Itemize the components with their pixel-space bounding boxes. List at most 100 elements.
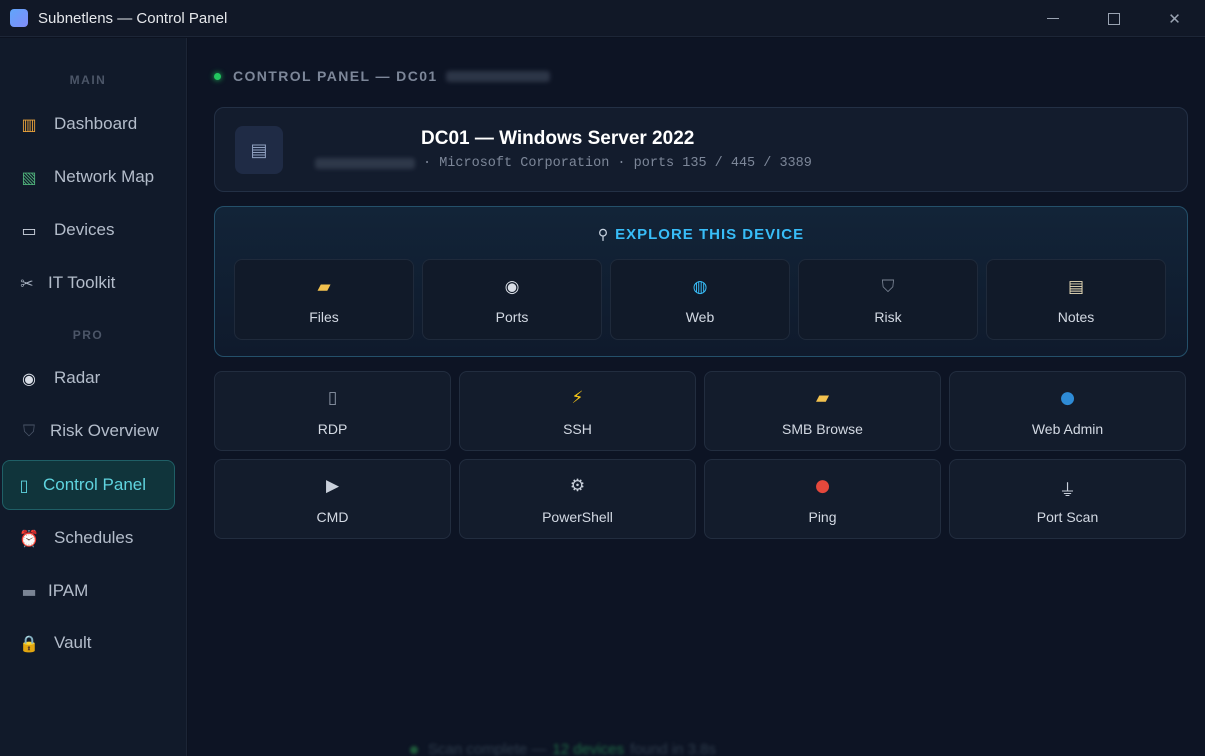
mobile-icon: ▯ [19, 475, 29, 495]
tile-label: Risk [874, 309, 902, 325]
action-ping-button[interactable]: ● Ping [704, 459, 941, 539]
close-icon: ✕ [1168, 9, 1181, 28]
sidebar-item-dashboard[interactable]: ▥ Dashboard [2, 99, 175, 149]
explore-tile-web[interactable]: ◍ Web [610, 259, 790, 340]
tile-label: PowerShell [542, 509, 613, 525]
scan-status-text-b: found in 3.8s [630, 741, 717, 756]
sidebar-item-radar[interactable]: ◉ Radar [2, 353, 175, 403]
breadcrumb-text: CONTROL PANEL — DC01 [233, 68, 438, 84]
tile-label: CMD [316, 509, 349, 525]
folder-icon: ▰ [815, 388, 830, 408]
tile-label: Notes [1057, 309, 1095, 325]
sidebar-item-it-toolkit[interactable]: ✂ IT Toolkit [2, 258, 175, 308]
maximize-button[interactable] [1083, 0, 1144, 37]
sidebar-item-label: IPAM [48, 581, 89, 600]
main-content: CONTROL PANEL — DC01 ▤ DC01 — Windows Se… [188, 38, 1205, 756]
device-title: DC01 — Windows Server 2022 [421, 128, 695, 149]
title-bar: Subnetlens — Control Panel ✕ [0, 0, 1205, 37]
satellite-dish-icon: ◉ [22, 368, 36, 388]
explore-title-text: EXPLORE THIS DEVICE [615, 226, 805, 243]
sidebar-item-ipam[interactable]: ▬ IPAM [2, 566, 175, 616]
satellite-dish-icon: ◉ [504, 277, 520, 297]
tile-label: Web [685, 309, 715, 325]
sidebar-item-vault[interactable]: 🔒 Vault [2, 618, 175, 668]
sidebar-item-label: Schedules [54, 528, 134, 547]
sidebar-item-label: IT Toolkit [48, 273, 116, 292]
sidebar-item-risk-overview[interactable]: ⛉ Risk Overview [2, 406, 175, 456]
lightning-icon: ⚡ [571, 388, 584, 408]
tile-label: Ping [808, 509, 837, 525]
sidebar-section-pro: PRO [72, 328, 104, 342]
explore-tile-ports[interactable]: ◉ Ports [422, 259, 602, 340]
action-rdp-button[interactable]: ▯ RDP [214, 371, 451, 451]
window-controls: ✕ [1022, 0, 1205, 37]
redacted-mac [315, 158, 415, 169]
sidebar: MAIN ▥ Dashboard ▧ Network Map ▭ Devices… [0, 38, 187, 756]
map-icon: ▧ [21, 167, 37, 187]
alarm-clock-icon: ⏰ [19, 528, 39, 548]
action-cmd-button[interactable]: ▶ CMD [214, 459, 451, 539]
lock-icon: 🔒 [19, 633, 39, 653]
device-card: ▤ DC01 — Windows Server 2022 · Microsoft… [214, 107, 1188, 192]
explore-tile-notes[interactable]: ▤ Notes [986, 259, 1166, 340]
plug-icon: ⏚ [1059, 481, 1076, 501]
explore-tile-risk[interactable]: ⛉ Risk [798, 259, 978, 340]
memo-icon: ▤ [1067, 277, 1085, 297]
status-dot-icon [410, 745, 418, 754]
action-powershell-button[interactable]: ⚙ PowerShell [459, 459, 696, 539]
globe-icon: ◍ [692, 277, 708, 297]
sidebar-item-label: Devices [54, 220, 115, 239]
breadcrumb: CONTROL PANEL — DC01 [214, 68, 550, 84]
explore-tile-files[interactable]: ▰ Files [234, 259, 414, 340]
device-details: · Microsoft Corporation · ports 135 / 44… [423, 156, 812, 171]
tile-label: Files [309, 309, 339, 325]
minimize-button[interactable] [1022, 0, 1083, 37]
shield-icon: ⛉ [22, 421, 35, 440]
close-button[interactable]: ✕ [1144, 0, 1205, 37]
server-rack-icon: ▬ [21, 581, 37, 601]
scan-status-toast: Scan complete — 12 devices found in 3.8s [410, 741, 716, 756]
sidebar-item-schedules[interactable]: ⏰ Schedules [2, 513, 175, 563]
app-logo-icon [10, 9, 28, 27]
sidebar-item-label: Radar [54, 368, 101, 387]
magnifier-icon: ⚲ [597, 227, 610, 243]
redacted-ip [445, 70, 550, 82]
action-port-scan-button[interactable]: ⏚ Port Scan [949, 459, 1186, 539]
ping-pong-icon: ● [815, 476, 830, 496]
status-dot-icon [214, 72, 221, 80]
play-icon: ▶ [325, 476, 340, 496]
scan-status-text-a: Scan complete — [428, 741, 547, 756]
action-web-admin-button[interactable]: ● Web Admin [949, 371, 1186, 451]
window-title: Subnetlens — Control Panel [38, 9, 228, 27]
minimize-icon [1046, 18, 1059, 19]
sidebar-item-control-panel[interactable]: ▯ Control Panel [2, 460, 175, 510]
gear-icon: ⚙ [569, 476, 586, 496]
action-smb-browse-button[interactable]: ▰ SMB Browse [704, 371, 941, 451]
scan-status-count: 12 devices [552, 741, 625, 756]
sidebar-item-label: Vault [54, 633, 92, 652]
sidebar-item-devices[interactable]: ▭ Devices [2, 205, 175, 255]
tile-label: RDP [317, 421, 348, 437]
globe-earth-icon: ● [1060, 388, 1075, 408]
mobile-icon: ▯ [327, 388, 338, 408]
sidebar-item-label: Network Map [54, 167, 155, 186]
sidebar-section-main: MAIN [69, 73, 107, 87]
tile-label: Web Admin [1031, 421, 1104, 437]
sidebar-item-network-map[interactable]: ▧ Network Map [2, 152, 175, 202]
device-subtitle: · Microsoft Corporation · ports 135 / 44… [299, 156, 812, 171]
server-icon: ▤ [235, 126, 283, 174]
sidebar-item-label: Control Panel [43, 475, 147, 494]
chart-icon: ▥ [21, 114, 37, 134]
sidebar-item-label: Risk Overview [50, 421, 159, 440]
tile-label: SSH [563, 421, 592, 437]
laptop-icon: ▭ [21, 220, 37, 240]
explore-title: ⚲ EXPLORE THIS DEVICE [215, 226, 1187, 243]
action-ssh-button[interactable]: ⚡ SSH [459, 371, 696, 451]
tools-icon: ✂ [20, 273, 34, 293]
shield-icon: ⛉ [881, 277, 895, 297]
explore-panel: ⚲ EXPLORE THIS DEVICE ▰ Files ◉ Ports ◍ W… [214, 206, 1188, 357]
folder-icon: ▰ [317, 277, 331, 297]
maximize-icon [1107, 12, 1120, 25]
tile-label: SMB Browse [782, 421, 863, 437]
tile-label: Ports [495, 309, 529, 325]
